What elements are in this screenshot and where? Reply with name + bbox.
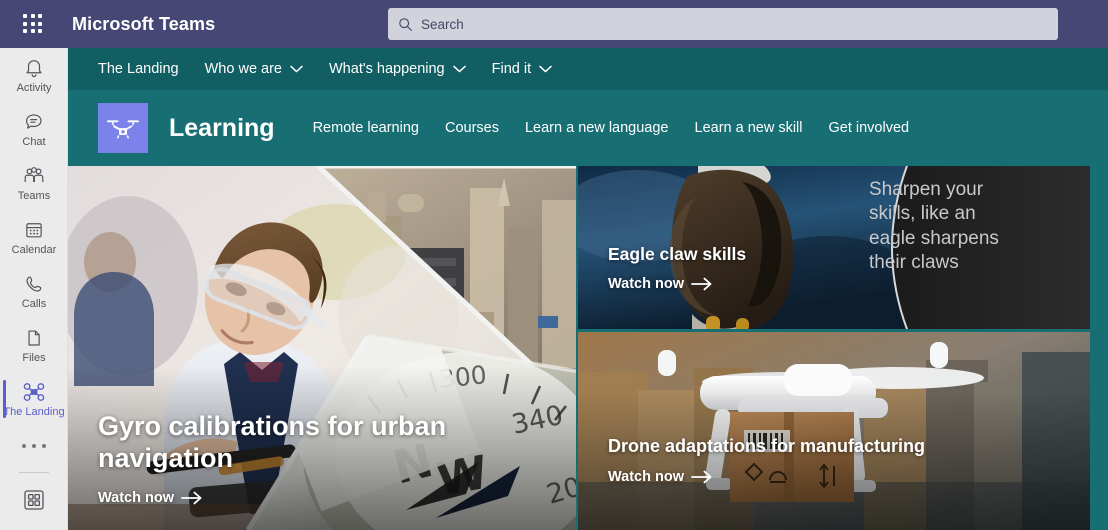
site-link-remote-learning[interactable]: Remote learning [313, 120, 419, 136]
chevron-down-icon [290, 65, 303, 73]
people-icon [22, 164, 46, 188]
sidebar-item-the-landing[interactable]: The Landing [0, 372, 68, 426]
site-link-learn-a-new-language[interactable]: Learn a new language [525, 120, 669, 136]
drone-logo-icon [98, 103, 148, 153]
app-title: Microsoft Teams [72, 13, 216, 34]
ellipsis-icon[interactable] [0, 426, 67, 466]
app-header: Microsoft Teams Search [0, 0, 1108, 48]
search-placeholder: Search [421, 16, 464, 32]
eagle-card-title: Eagle claw skills [608, 244, 747, 264]
hero-card-caption: Gyro calibrations for urban navigation W… [98, 411, 552, 506]
nav-item-label: What's happening [329, 61, 445, 77]
file-icon [23, 326, 45, 350]
eagle-card-watch-now[interactable]: Watch now [608, 276, 1066, 292]
eagle-blurb-line: Sharpen your [869, 179, 984, 200]
chevron-down-icon [452, 65, 466, 73]
sidebar-item-label: Calendar [11, 244, 57, 256]
sidebar-item-chat[interactable]: Chat [0, 102, 68, 156]
site-links: Remote learning Courses Learn a new lang… [313, 120, 910, 136]
drone-card-title: Drone adaptations for manufacturing [608, 436, 926, 456]
search-input[interactable]: Search [388, 8, 1058, 40]
sidebar-item-label: The Landing [3, 406, 65, 418]
sidebar-item-teams[interactable]: Teams [0, 156, 68, 210]
hero-card-gyro-calibrations[interactable]: N W 340 300 20 Gyro calibrations for urb… [68, 166, 576, 530]
rail-divider [18, 472, 49, 473]
site-link-get-involved[interactable]: Get involved [829, 120, 910, 136]
phone-icon [23, 272, 45, 296]
site-title: Learning [169, 113, 275, 142]
drone-card-caption: Drone adaptations for manufacturing Watc… [608, 436, 1066, 485]
chevron-down-icon [539, 65, 552, 73]
hero-card-watch-now[interactable]: Watch now [98, 490, 552, 506]
bell-icon [23, 56, 45, 80]
apps-grid-icon[interactable] [0, 487, 67, 513]
eagle-card[interactable]: Sharpen your skills, like an eagle sharp… [578, 166, 1090, 329]
drone-card-watch-now[interactable]: Watch now [608, 469, 1066, 485]
nav-item-label: Find it [491, 61, 532, 77]
sidebar-item-label: Calls [21, 298, 47, 310]
sidebar-item-label: Chat [22, 136, 46, 148]
calendar-icon [23, 218, 45, 242]
sidebar-item-calls[interactable]: Calls [0, 264, 68, 318]
sidebar-item-label: Activity [16, 82, 52, 94]
nav-item-who-we-are[interactable]: Who we are [205, 61, 303, 77]
drone-card-image [578, 332, 1090, 530]
eagle-blurb-line: skills, like an [869, 203, 976, 225]
arrow-right-icon [181, 491, 202, 505]
hero-card-cta-label: Watch now [98, 490, 174, 506]
drone-card-cta-label: Watch now [608, 468, 684, 485]
sidebar-item-files[interactable]: Files [0, 318, 68, 372]
nav-item-whats-happening[interactable]: What's happening [329, 61, 466, 77]
site-navigation: The Landing Who we are What's happening … [68, 48, 1108, 90]
site-link-learn-a-new-skill[interactable]: Learn a new skill [695, 120, 803, 136]
arrow-right-icon [691, 470, 712, 484]
sidebar-item-label: Files [22, 352, 46, 364]
eagle-card-caption: Eagle claw skills Watch now [608, 244, 1066, 292]
teams-window: Microsoft Teams Search Activity Chat Tea… [0, 0, 1108, 530]
sidebar-item-calendar[interactable]: Calendar [0, 210, 68, 264]
nav-item-the-landing[interactable]: The Landing [98, 61, 179, 77]
arrow-right-icon [691, 277, 712, 291]
waffle-grid-icon[interactable] [16, 7, 50, 41]
sidebar-item-activity[interactable]: Activity [0, 48, 68, 102]
nav-item-label: The Landing [98, 61, 179, 77]
chat-icon [23, 110, 45, 134]
drone-icon [22, 380, 46, 404]
search-icon [399, 17, 412, 31]
nav-item-find-it[interactable]: Find it [492, 61, 553, 77]
site-link-courses[interactable]: Courses [445, 120, 499, 136]
eagle-card-cta-label: Watch now [608, 276, 684, 293]
content-stage: N W 340 300 20 Gyro calibrations for urb… [68, 166, 1108, 530]
site-banner: Learning Remote learning Courses Learn a… [68, 90, 1108, 166]
hero-card-title: Gyro calibrations for urban navigation [98, 411, 447, 473]
nav-item-label: Who we are [204, 61, 282, 77]
app-rail: Activity Chat Teams Calendar Calls Files… [0, 48, 68, 530]
sidebar-item-label: Teams [17, 190, 51, 202]
drone-card[interactable]: Drone adaptations for manufacturing Watc… [578, 332, 1090, 530]
